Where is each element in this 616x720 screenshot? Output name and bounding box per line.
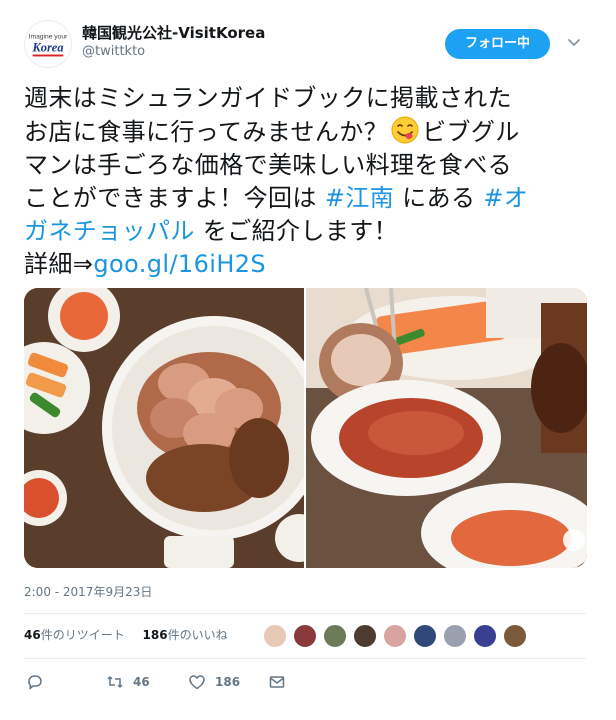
tweet-text-segment: にある [394, 184, 484, 212]
like-stat-count: 186 [142, 628, 168, 642]
like-stat-label: 件のいいね [167, 628, 228, 642]
heart-icon [189, 675, 205, 690]
savoring-face-emoji-icon [390, 115, 420, 145]
tweet-text-segment: ビブグル [422, 118, 520, 146]
liker-avatar[interactable] [263, 624, 287, 648]
tweet-text-segment: お店に食事に行ってみませんか？ [24, 118, 389, 146]
tweet-line: ことができますよ！今回は #江南 にある #オ [24, 182, 584, 215]
author-handle[interactable]: @twittkto [82, 44, 145, 59]
reply-button[interactable] [26, 672, 44, 692]
tweet-text-segment: ことができますよ！今回は [24, 184, 325, 212]
direct-message-button[interactable] [268, 672, 286, 692]
tweet-text-segment: 詳細⇒ [24, 250, 94, 278]
author-avatar[interactable]: Imagine your Korea [24, 20, 72, 68]
like-stat[interactable]: 186件のいいね [143, 628, 228, 642]
divider [24, 658, 586, 659]
url-link[interactable]: goo.gl/16iH2S [93, 250, 266, 278]
envelope-icon [269, 676, 285, 688]
tweet-timestamp[interactable]: 2:00 - 2017年9月23日 [24, 583, 152, 600]
liker-avatar[interactable] [413, 624, 437, 648]
chevron-down-icon[interactable] [566, 34, 582, 50]
author-display-name[interactable]: 韓国観光公社-VisitKorea [82, 22, 265, 43]
retweet-icon [107, 675, 123, 689]
tweet-line: 詳細⇒goo.gl/16iH2S [24, 248, 584, 281]
retweet-stat[interactable]: 46件のリツイート [24, 628, 125, 642]
liker-avatar[interactable] [443, 624, 467, 648]
hashtag-link-gangnam[interactable]: #江南 [325, 184, 394, 212]
tweet-text-segment: をご紹介します！ [194, 217, 399, 245]
tweet-stats: 46件のリツイート 186件のいいね [24, 626, 242, 643]
tweet-line: ガネチョッパル をご紹介します！ [24, 215, 584, 248]
retweet-button[interactable]: 46 [106, 672, 150, 692]
divider [24, 613, 586, 614]
follow-button[interactable]: フォロー中 [445, 29, 550, 59]
tweet-line: 週末はミシュランガイドブックに掲載された [24, 84, 512, 112]
tweet-actions: 46 186 [24, 672, 584, 692]
tweet-line: お店に食事に行ってみませんか？ ビブグル [24, 115, 584, 149]
liker-avatar[interactable] [323, 624, 347, 648]
liker-avatar[interactable] [353, 624, 377, 648]
hashtag-link-ogane-part1[interactable]: #オ [483, 184, 528, 212]
like-button[interactable]: 186 [188, 672, 240, 692]
liker-avatar[interactable] [473, 624, 497, 648]
liker-avatar[interactable] [503, 624, 527, 648]
tweet-line: マンは手ごろな価格で美味しい料理を食べる [24, 151, 512, 179]
retweet-count: 46 [133, 675, 150, 689]
hashtag-link-ogane-part2[interactable]: ガネチョッパル [24, 217, 195, 245]
liker-avatar[interactable] [383, 624, 407, 648]
liker-avatar[interactable] [293, 624, 317, 648]
svg-text:Korea: Korea [31, 41, 63, 55]
tweet-text: 週末はミシュランガイドブックに掲載された お店に食事に行ってみませんか？ ビブグル… [24, 82, 584, 281]
retweet-stat-count: 46 [24, 628, 41, 642]
like-count: 186 [215, 675, 241, 689]
retweet-stat-label: 件のリツイート [40, 628, 125, 642]
tweet-media [24, 288, 587, 568]
svg-text:Imagine your: Imagine your [29, 33, 68, 40]
reply-icon [28, 675, 42, 690]
tweet-header: Imagine your Korea 韓国観光公社-VisitKorea @tw… [0, 0, 616, 80]
food-photo-jokbal-platter[interactable] [24, 288, 304, 568]
food-photo-dipping-sauce[interactable] [306, 288, 587, 568]
